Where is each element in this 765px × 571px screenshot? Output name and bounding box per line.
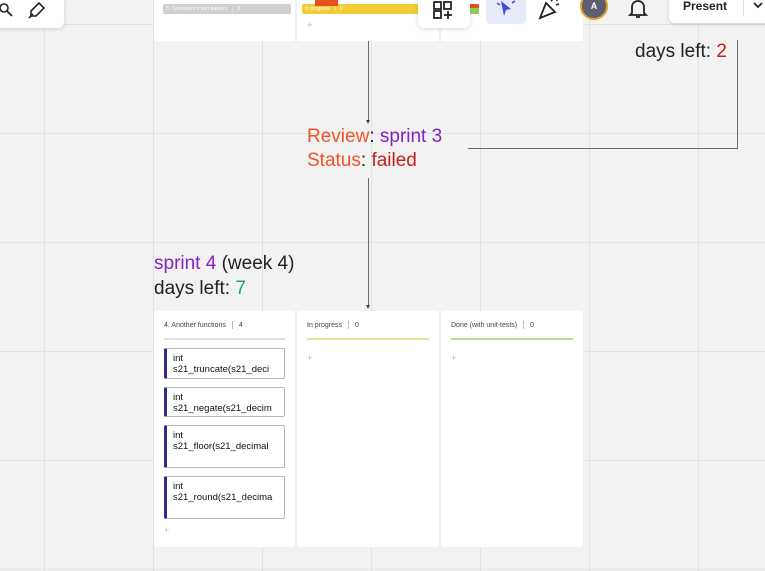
column-count: 0	[530, 321, 535, 329]
chevron-down-icon[interactable]	[751, 0, 765, 12]
column-count: 0	[340, 6, 343, 12]
toolbar-divider	[743, 0, 744, 16]
pen-icon[interactable]	[26, 0, 48, 20]
bell-icon[interactable]	[626, 0, 650, 20]
present-button[interactable]: Present	[683, 0, 727, 13]
board-column-another-functions: 4. Another functions 4 int s21_truncate(…	[154, 311, 295, 547]
column-title: 3. Conversions and parsers	[166, 6, 228, 12]
connector-arrow	[366, 120, 370, 124]
avatar[interactable]: A	[580, 0, 608, 20]
column-title: In progress	[305, 6, 331, 12]
connector-line	[368, 178, 369, 306]
card-round[interactable]: int s21_round(s21_decima	[164, 476, 285, 519]
card-negate[interactable]: int s21_negate(s21_decim	[164, 387, 285, 417]
review-label: Review	[307, 126, 370, 147]
column-rule	[451, 338, 573, 340]
column-header: In progress 0	[307, 321, 429, 329]
card-truncate[interactable]: int s21_truncate(s21_deci	[164, 348, 285, 379]
celebrate-icon[interactable]	[536, 0, 562, 22]
column-count: 4	[238, 321, 243, 329]
column-rule	[307, 338, 429, 340]
days-left-value: 7	[235, 278, 246, 299]
column-header: Done (with unit-tests) 0	[451, 321, 573, 329]
add-card-button[interactable]: +	[164, 525, 169, 535]
days-left-label: days left:	[635, 41, 717, 62]
sprint4-days-left: days left: 7	[154, 278, 246, 300]
sprint4-title: sprint 4 (week 4)	[154, 253, 294, 275]
search-icon[interactable]	[0, 2, 14, 18]
add-card-button[interactable]: +	[307, 353, 312, 363]
column-header: 4. Another functions 4	[164, 321, 285, 329]
review-value: sprint 3	[379, 126, 443, 147]
collab-toolbar	[418, 0, 470, 28]
left-toolbar	[0, 0, 64, 28]
column-rule	[164, 338, 285, 340]
sticky-note-orange[interactable]	[315, 0, 338, 6]
column-count: 0	[237, 6, 241, 12]
connector-line	[468, 148, 738, 149]
column-title: In progress	[307, 321, 343, 329]
column-count: 0	[355, 321, 359, 329]
add-card-button[interactable]: +	[451, 353, 456, 363]
board-column-in-progress: In progress 0 +	[297, 311, 439, 547]
sprint-name: sprint 4	[154, 253, 217, 274]
cursor-icon[interactable]	[486, 0, 526, 24]
right-toolbar: A	[474, 0, 664, 28]
days-left-label: days left:	[154, 278, 236, 299]
sprint3-review: Review: sprint 3	[307, 126, 443, 147]
present-toolbar: Present	[669, 0, 765, 23]
connector-line	[368, 41, 369, 121]
connector-line	[737, 40, 738, 148]
column-title: 4. Another functions	[164, 321, 226, 329]
board-column-done: Done (with unit-tests) 0 +	[441, 311, 583, 547]
sprint-week: (week 4)	[216, 253, 295, 274]
avatar-letter: A	[590, 1, 598, 11]
board-column-conversions: 3. Conversions and parsers | 0	[154, 0, 295, 41]
card-floor[interactable]: int s21_floor(s21_decimal	[164, 425, 285, 468]
status-label: Status	[307, 150, 361, 171]
add-shapes-icon[interactable]	[432, 0, 456, 20]
sprint3-days-left: days left: 2	[635, 41, 727, 63]
days-left-value: 2	[716, 41, 727, 62]
column-header-bar: 3. Conversions and parsers | 0	[163, 4, 291, 14]
add-card-button[interactable]: +	[307, 20, 312, 30]
sprint3-status: Status: failed	[307, 150, 417, 171]
status-value: failed	[371, 150, 417, 171]
column-title: Done (with unit-tests)	[451, 321, 518, 329]
connector-arrow	[366, 305, 370, 309]
